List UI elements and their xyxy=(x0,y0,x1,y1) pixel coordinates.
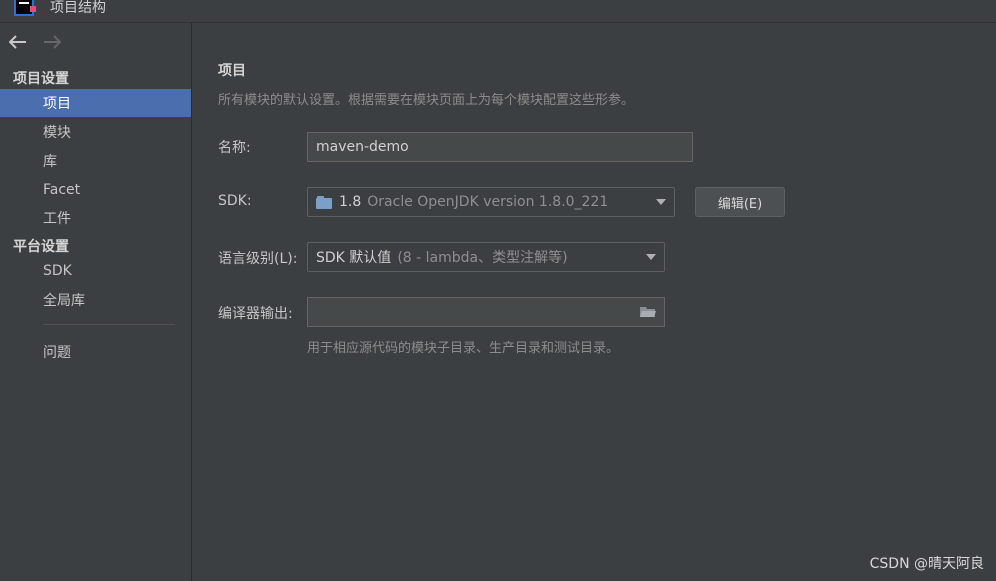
sidebar-item-label: 项目 xyxy=(43,96,71,112)
project-settings-panel: 项目 所有模块的默认设置。根据需要在模块页面上为每个模块配置这些形参。 名称: … xyxy=(192,23,996,581)
language-level-select[interactable]: SDK 默认值 (8 - lambda、类型注解等) xyxy=(307,242,665,272)
sidebar-item-problems[interactable]: 问题 xyxy=(0,338,191,366)
sdk-folder-icon xyxy=(316,195,332,209)
window-title: 项目结构 xyxy=(50,0,106,16)
sidebar-item-modules[interactable]: 模块 xyxy=(0,118,191,146)
chevron-down-icon xyxy=(646,254,656,260)
sdk-select[interactable]: 1.8 Oracle OpenJDK version 1.8.0_221 xyxy=(307,187,675,217)
compiler-output-input[interactable] xyxy=(307,297,665,327)
watermark: CSDN @晴天阿良 xyxy=(869,556,984,572)
sidebar-item-sdks[interactable]: SDK xyxy=(0,257,191,285)
sidebar-item-label: 库 xyxy=(43,154,57,170)
compiler-output-label: 编译器输出: xyxy=(218,306,293,322)
sidebar-item-label: 全局库 xyxy=(43,293,85,309)
title-bar: 项目结构 xyxy=(0,0,996,23)
arrow-left-icon xyxy=(9,35,26,49)
arrow-right-icon xyxy=(44,35,61,49)
sidebar-item-label: 工件 xyxy=(43,211,71,227)
folder-open-icon[interactable] xyxy=(640,306,656,318)
sdk-detail: Oracle OpenJDK version 1.8.0_221 xyxy=(367,194,609,210)
sidebar-item-facets[interactable]: Facet xyxy=(0,176,191,204)
sidebar-item-global-libraries[interactable]: 全局库 xyxy=(0,286,191,314)
sdk-version: 1.8 xyxy=(339,194,362,210)
sidebar-item-label: 模块 xyxy=(43,125,71,141)
project-settings-heading: 项目设置 xyxy=(13,71,69,87)
edit-sdk-button[interactable]: 编辑(E) xyxy=(695,187,785,217)
name-label: 名称: xyxy=(218,140,251,156)
sidebar-item-artifacts[interactable]: 工件 xyxy=(0,204,191,232)
sidebar: 项目设置 项目 模块 库 Facet 工件 平台设置 SDK 全局库 问题 xyxy=(0,23,192,581)
language-level-label: 语言级别(L): xyxy=(218,251,298,267)
sdk-label: SDK: xyxy=(218,193,252,209)
project-name-value: maven-demo xyxy=(316,139,409,155)
compiler-output-hint: 用于相应源代码的模块子目录、生产目录和测试目录。 xyxy=(307,341,620,356)
page-title: 项目 xyxy=(218,63,246,79)
sidebar-item-label: 问题 xyxy=(43,345,71,361)
sidebar-item-label: SDK xyxy=(43,263,72,279)
back-button[interactable] xyxy=(6,31,30,53)
forward-button[interactable] xyxy=(40,31,64,53)
chevron-down-icon xyxy=(656,199,666,205)
sidebar-divider xyxy=(43,324,175,325)
language-level-value: SDK 默认值 xyxy=(316,250,392,266)
sidebar-item-libraries[interactable]: 库 xyxy=(0,147,191,175)
sidebar-item-project[interactable]: 项目 xyxy=(0,89,191,117)
project-name-input[interactable]: maven-demo xyxy=(307,132,693,162)
sidebar-item-label: Facet xyxy=(43,182,81,198)
language-level-detail: (8 - lambda、类型注解等) xyxy=(397,250,568,266)
platform-settings-heading: 平台设置 xyxy=(13,239,69,255)
page-description: 所有模块的默认设置。根据需要在模块页面上为每个模块配置这些形参。 xyxy=(218,93,635,108)
intellij-app-icon xyxy=(14,0,36,16)
